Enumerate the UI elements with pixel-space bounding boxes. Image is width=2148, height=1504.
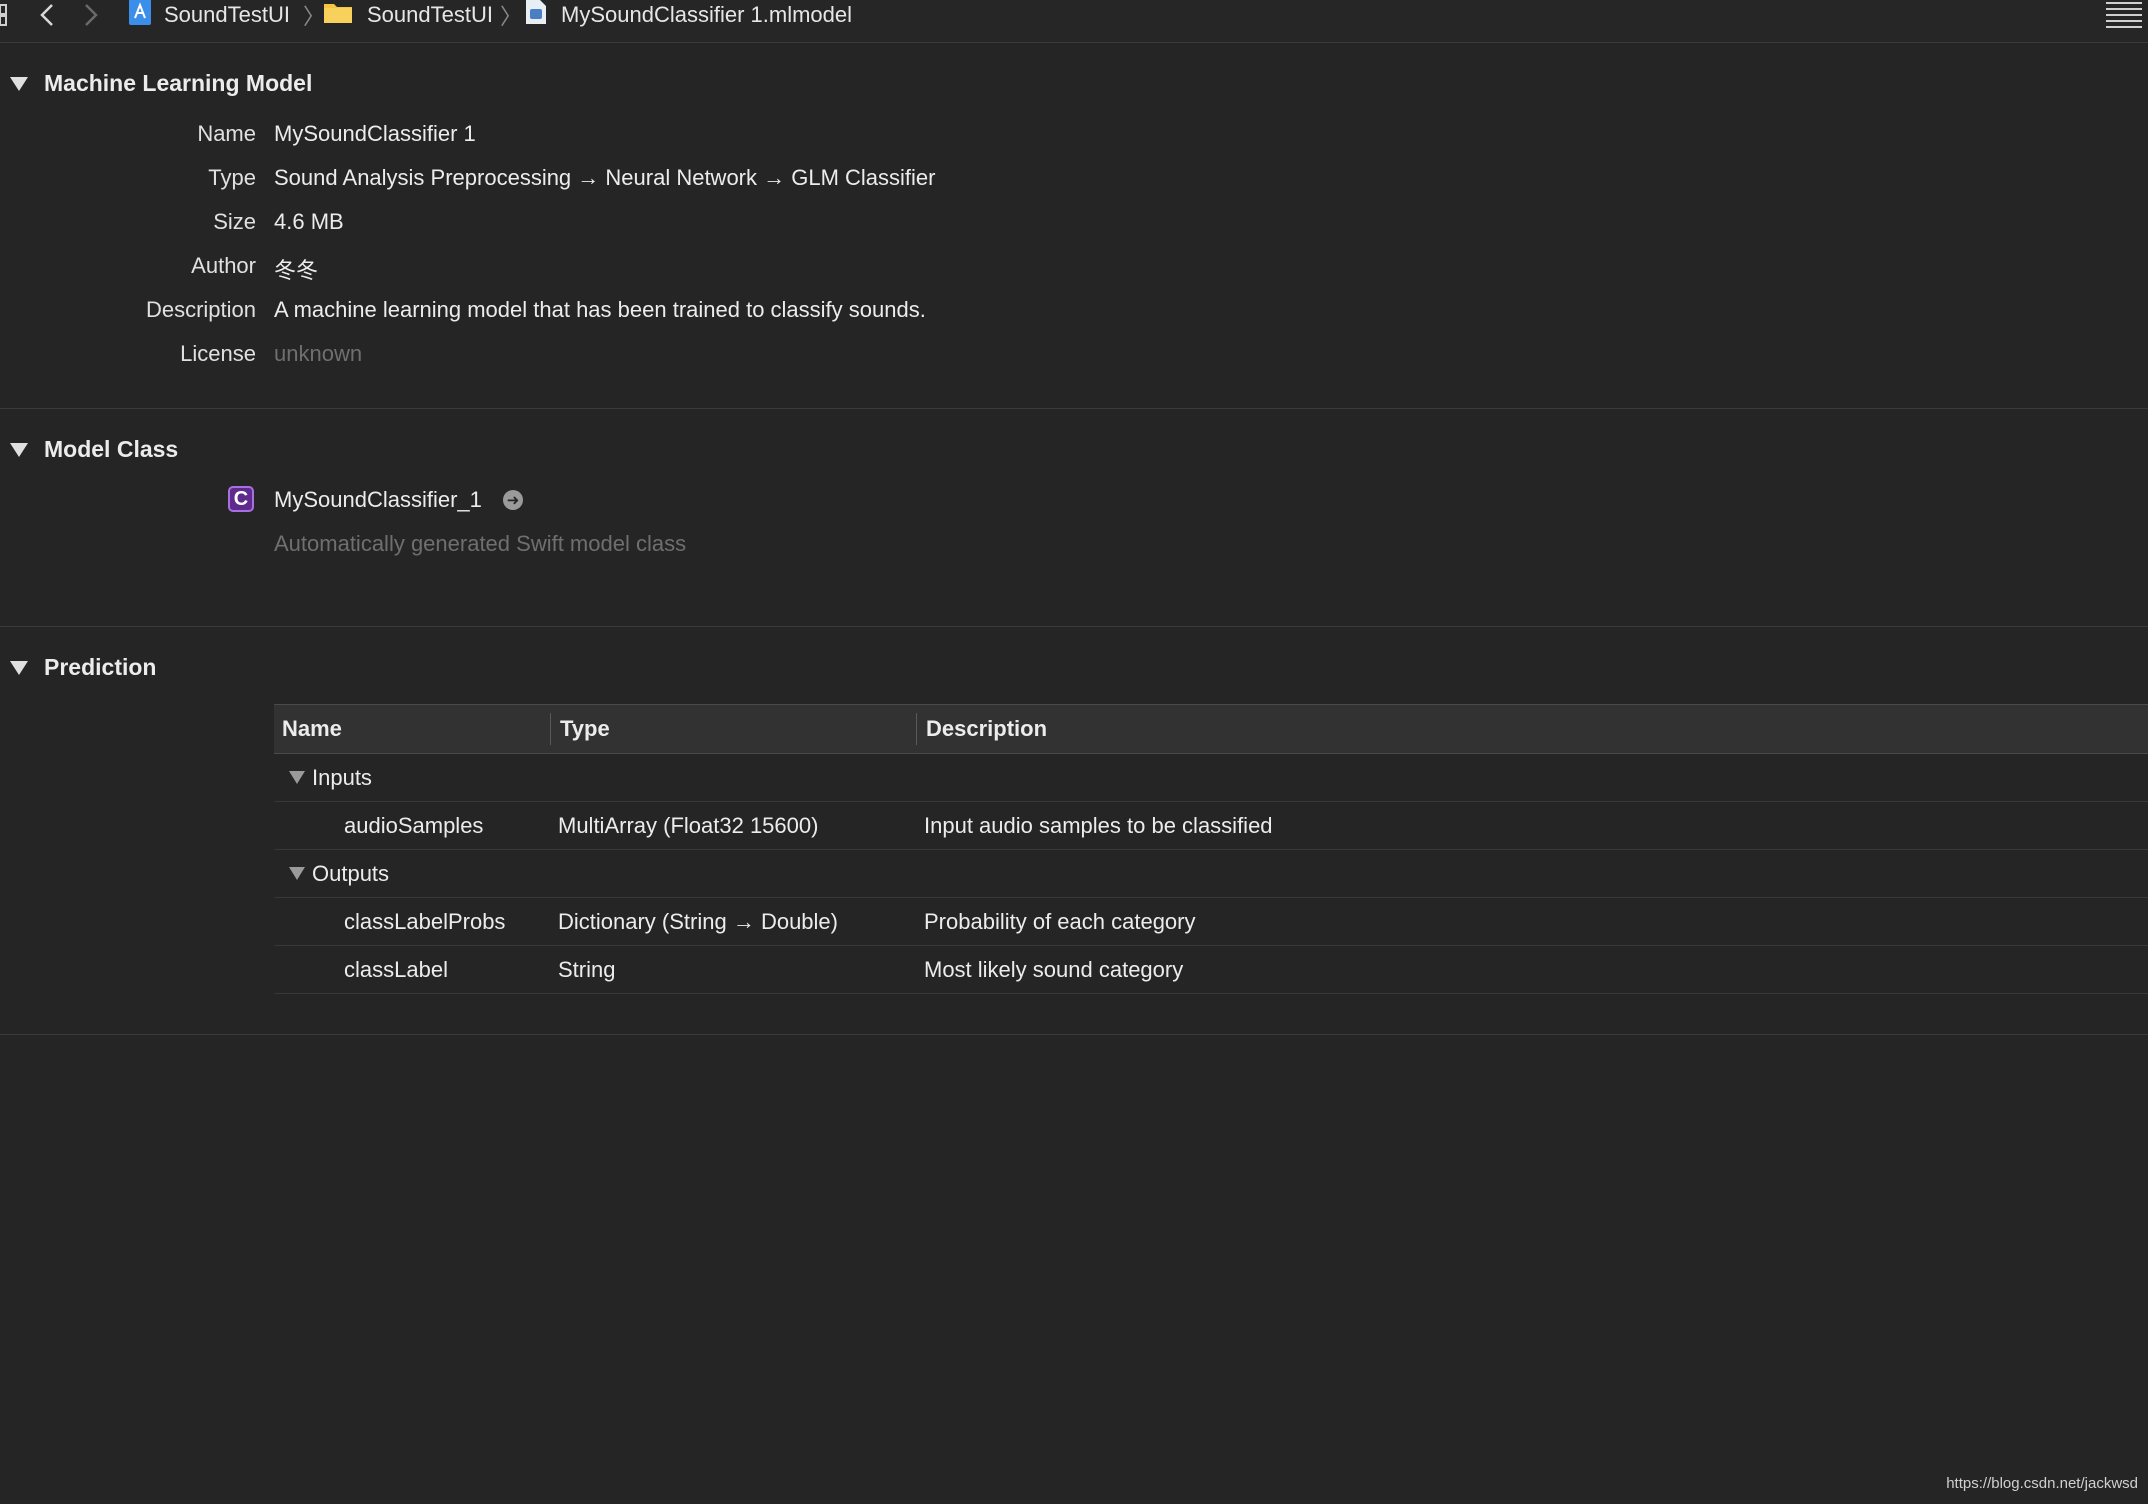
section-header-model-class[interactable]: Model Class [10,436,178,463]
cell-name: audioSamples [344,813,484,838]
disclosure-triangle-icon[interactable] [10,660,28,675]
cell-name: classLabelProbs [344,909,506,934]
breadcrumb-folder-label: SoundTestUI [367,2,493,27]
author-label: Author [191,253,256,278]
type-value: Sound Analysis Preprocessing → Neural Ne… [274,165,936,190]
disclosure-triangle-icon[interactable] [10,442,28,457]
section-divider [0,408,2148,409]
column-header-type[interactable]: Type [560,705,610,753]
related-items-icon[interactable] [0,4,8,26]
back-chevron-icon[interactable] [38,2,56,34]
group-row-inputs[interactable]: Inputs [274,754,2148,802]
name-label: Name [197,121,256,146]
jump-bar: SoundTestUI 〉 SoundTestUI 〉 MySoundClass… [0,0,2148,43]
breadcrumb-file-label: MySoundClassifier 1.mlmodel [561,2,852,27]
folder-icon [323,0,353,30]
license-value: unknown [274,341,363,366]
cell-type: Dictionary (String → Double) [558,909,838,934]
cell-type: MultiArray (Float32 15600) [558,813,819,838]
breadcrumb-separator: 〉 [500,4,523,29]
name-value: MySoundClassifier 1 [274,121,476,146]
column-header-name[interactable]: Name [282,705,342,753]
section-title: Machine Learning Model [44,70,313,96]
arrow-circle-right-icon[interactable]: ➜ [503,490,523,510]
table-header: Name Type Description [274,704,2148,754]
size-label: Size [213,209,256,234]
cell-name: classLabel [344,957,448,982]
column-divider [550,713,551,745]
section-header-machine-learning-model[interactable]: Machine Learning Model [10,70,312,97]
prediction-table: Name Type Description Inputs audioSample… [274,704,2148,994]
author-value: 冬冬 [274,258,319,283]
disclosure-triangle-icon[interactable] [10,76,28,91]
group-row-outputs[interactable]: Outputs [274,850,2148,898]
model-class-subtitle: Automatically generated Swift model clas… [274,531,687,556]
lines-icon[interactable] [2106,2,2142,30]
group-label-outputs: Outputs [312,861,390,886]
section-divider [0,626,2148,627]
cell-description: Input audio samples to be classified [924,813,1273,838]
description-label: Description [145,297,256,322]
group-label-inputs: Inputs [312,765,372,790]
xcode-project-icon [128,0,152,32]
table-row[interactable]: classLabel String Most likely sound cate… [274,946,2148,994]
table-row[interactable]: classLabelProbs Dictionary (String → Dou… [274,898,2148,946]
section-title: Prediction [44,654,157,680]
column-divider [916,713,917,745]
section-divider [0,1034,2148,1035]
section-header-prediction[interactable]: Prediction [10,654,156,681]
breadcrumb-project-label: SoundTestUI [164,2,290,27]
type-label: Type [208,165,256,190]
breadcrumb-file[interactable]: MySoundClassifier 1.mlmodel [525,0,852,30]
watermark-text: https://blog.csdn.net/jackwsd [1946,1475,2138,1492]
disclosure-triangle-icon[interactable] [289,771,305,784]
model-class-name: MySoundClassifier_1 [274,487,482,512]
cell-description: Most likely sound category [924,957,1184,982]
mlmodel-file-icon [525,0,547,31]
breadcrumb-separator: 〉 [303,4,326,29]
size-value: 4.6 MB [274,209,344,234]
column-header-description[interactable]: Description [926,705,1047,753]
forward-chevron-icon[interactable] [82,2,100,34]
license-label: License [180,341,256,366]
table-row[interactable]: audioSamples MultiArray (Float32 15600) … [274,802,2148,850]
section-title: Model Class [44,436,179,462]
breadcrumb-project[interactable]: SoundTestUI [128,0,290,30]
description-value: A machine learning model that has been t… [274,297,926,322]
cell-description: Probability of each category [924,909,1196,934]
disclosure-triangle-icon[interactable] [289,867,305,880]
breadcrumb-folder[interactable]: SoundTestUI [323,0,493,30]
swift-class-icon: C [228,486,254,512]
cell-type: String [558,957,616,982]
